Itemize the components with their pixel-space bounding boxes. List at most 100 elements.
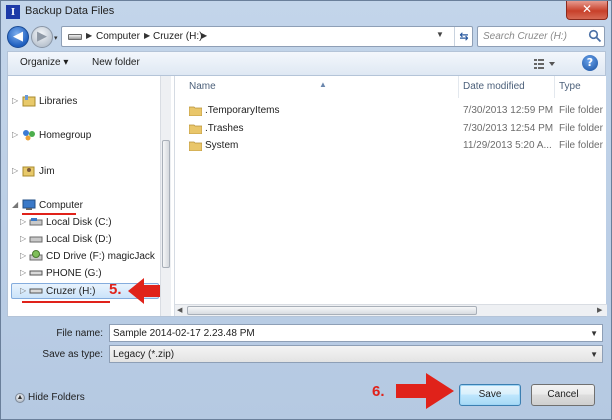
collapse-up-icon: ▲ — [15, 393, 25, 403]
address-bar[interactable]: ▶ Computer ▶ Cruzer (H:) ▶ ▼ ⇆ — [61, 26, 473, 47]
tree-label: Computer — [39, 200, 83, 211]
file-name: .TemporaryItems — [205, 105, 280, 116]
scroll-left-icon[interactable]: ◀ — [177, 306, 182, 314]
scrollbar-thumb[interactable] — [162, 140, 170, 268]
organize-button[interactable]: Organize ▾ — [20, 57, 68, 68]
breadcrumb-separator-icon[interactable]: ▶ — [201, 31, 207, 40]
cancel-button[interactable]: Cancel — [531, 384, 595, 406]
refresh-button[interactable]: ⇆ — [454, 27, 473, 46]
hard-drive-icon — [29, 218, 43, 226]
file-list-pane[interactable]: Name ▲ Date modified Type .TemporaryItem… — [174, 76, 607, 316]
step-6-annotation: 6. — [372, 383, 385, 400]
forward-arrow-icon: ▶ — [37, 29, 47, 44]
new-folder-button[interactable]: New folder — [92, 57, 140, 68]
column-header-type[interactable]: Type — [555, 76, 607, 98]
expand-arrow-icon[interactable]: ▷ — [20, 251, 26, 260]
file-date: 11/29/2013 5:20 A... — [463, 140, 552, 151]
hard-drive-icon — [29, 236, 43, 243]
tree-label: PHONE (G:) — [46, 268, 102, 279]
save-type-select[interactable]: Legacy (*.zip) ▼ — [109, 345, 603, 363]
back-button[interactable]: ◀ — [7, 26, 29, 48]
breadcrumb-separator-icon[interactable]: ▶ — [144, 31, 150, 40]
file-type: File folder — [559, 123, 603, 134]
file-row[interactable]: .Trashes 7/30/2013 12:54 PM File folder — [175, 121, 607, 137]
tree-label: CD Drive (F:) magicJack — [46, 251, 155, 262]
sort-ascending-icon: ▲ — [319, 80, 327, 89]
file-name-value: Sample 2014-02-17 2.23.48 PM — [113, 328, 255, 339]
tree-label: Local Disk (C:) — [46, 217, 112, 228]
navigation-pane[interactable]: ▷ Libraries ▷ Homegroup ▷ Jim ◢ Computer — [8, 76, 172, 316]
back-arrow-icon: ◀ — [13, 29, 23, 44]
expand-arrow-icon[interactable]: ▷ — [20, 234, 26, 243]
column-header-label: Date modified — [463, 81, 525, 92]
file-name: .Trashes — [205, 123, 244, 134]
expand-arrow-icon[interactable]: ▷ — [20, 286, 26, 295]
nav-pane-scrollbar[interactable] — [160, 76, 171, 316]
app-icon: I — [6, 5, 20, 19]
help-button[interactable]: ? — [582, 55, 598, 71]
scroll-right-icon[interactable]: ▶ — [597, 306, 602, 314]
step-5-annotation: 5. — [109, 281, 122, 298]
save-type-label: Save as type: — [42, 349, 103, 360]
column-header-name[interactable]: Name ▲ — [175, 76, 459, 98]
file-type: File folder — [559, 140, 603, 151]
tree-label: Jim — [39, 166, 55, 177]
refresh-icon: ⇆ — [459, 30, 469, 43]
tree-label: Cruzer (H:) — [46, 286, 96, 297]
file-date: 7/30/2013 12:59 PM — [463, 105, 554, 116]
browser-main-area: ▷ Libraries ▷ Homegroup ▷ Jim ◢ Computer — [7, 75, 607, 317]
drive-icon — [68, 34, 82, 40]
removable-drive-icon — [29, 288, 43, 294]
expand-arrow-icon[interactable]: ▷ — [12, 130, 18, 139]
hide-folders-label: Hide Folders — [28, 392, 85, 403]
file-name: System — [205, 140, 239, 151]
dropdown-arrow-icon[interactable]: ▼ — [590, 329, 598, 338]
close-button[interactable]: ✕ — [566, 1, 608, 20]
file-row[interactable]: .TemporaryItems 7/30/2013 12:59 PM File … — [175, 103, 607, 119]
search-input[interactable]: Search Cruzer (H:) — [477, 26, 605, 47]
expand-arrow-icon[interactable]: ▷ — [12, 96, 18, 105]
forward-button[interactable]: ▶ — [31, 26, 53, 48]
recent-locations-dropdown[interactable]: ▾ — [54, 34, 58, 42]
removable-drive-icon — [29, 270, 43, 276]
tree-label: Homegroup — [39, 130, 92, 141]
window-title: Backup Data Files — [25, 5, 115, 17]
command-toolbar: Organize ▾ New folder ? — [7, 51, 606, 75]
file-date: 7/30/2013 12:54 PM — [463, 123, 554, 134]
folder-icon — [189, 141, 202, 151]
views-icon — [534, 59, 555, 69]
column-header-date[interactable]: Date modified — [459, 76, 555, 98]
save-type-value: Legacy (*.zip) — [113, 349, 175, 360]
breadcrumb-computer[interactable]: Computer — [96, 31, 140, 42]
user-folder-icon — [22, 166, 35, 177]
expand-arrow-icon[interactable]: ▷ — [12, 166, 18, 175]
breadcrumb-cruzer[interactable]: Cruzer (H:) — [153, 31, 202, 42]
tree-label: Local Disk (D:) — [46, 234, 112, 245]
expand-arrow-icon[interactable]: ▷ — [20, 217, 26, 226]
dropdown-arrow-icon[interactable]: ▼ — [590, 350, 598, 359]
expand-arrow-icon[interactable]: ▷ — [20, 268, 26, 277]
file-type: File folder — [559, 105, 603, 116]
folder-icon — [189, 124, 202, 134]
file-name-label: File name: — [56, 328, 103, 339]
column-header-label: Name — [189, 81, 216, 92]
column-header-label: Type — [559, 81, 581, 92]
address-dropdown-icon[interactable]: ▼ — [436, 30, 444, 39]
tree-label: Libraries — [39, 96, 78, 107]
search-placeholder: Search Cruzer (H:) — [483, 31, 567, 42]
search-icon — [588, 29, 602, 43]
breadcrumb-separator-icon[interactable]: ▶ — [86, 31, 92, 40]
change-view-button[interactable] — [532, 56, 558, 72]
file-row[interactable]: System 11/29/2013 5:20 A... File folder — [175, 138, 607, 154]
scrollbar-thumb[interactable] — [187, 306, 477, 315]
annotation-underline — [22, 213, 76, 215]
homegroup-icon — [23, 130, 35, 141]
cd-drive-icon — [29, 250, 43, 261]
computer-icon — [22, 199, 36, 210]
save-button[interactable]: Save — [459, 384, 521, 406]
collapse-arrow-icon[interactable]: ◢ — [12, 200, 18, 209]
folder-icon — [189, 106, 202, 116]
horizontal-scrollbar[interactable]: ◀ ▶ — [175, 304, 607, 316]
red-arrow-icon — [396, 373, 454, 409]
file-name-input[interactable]: Sample 2014-02-17 2.23.48 PM ▼ — [109, 324, 603, 342]
